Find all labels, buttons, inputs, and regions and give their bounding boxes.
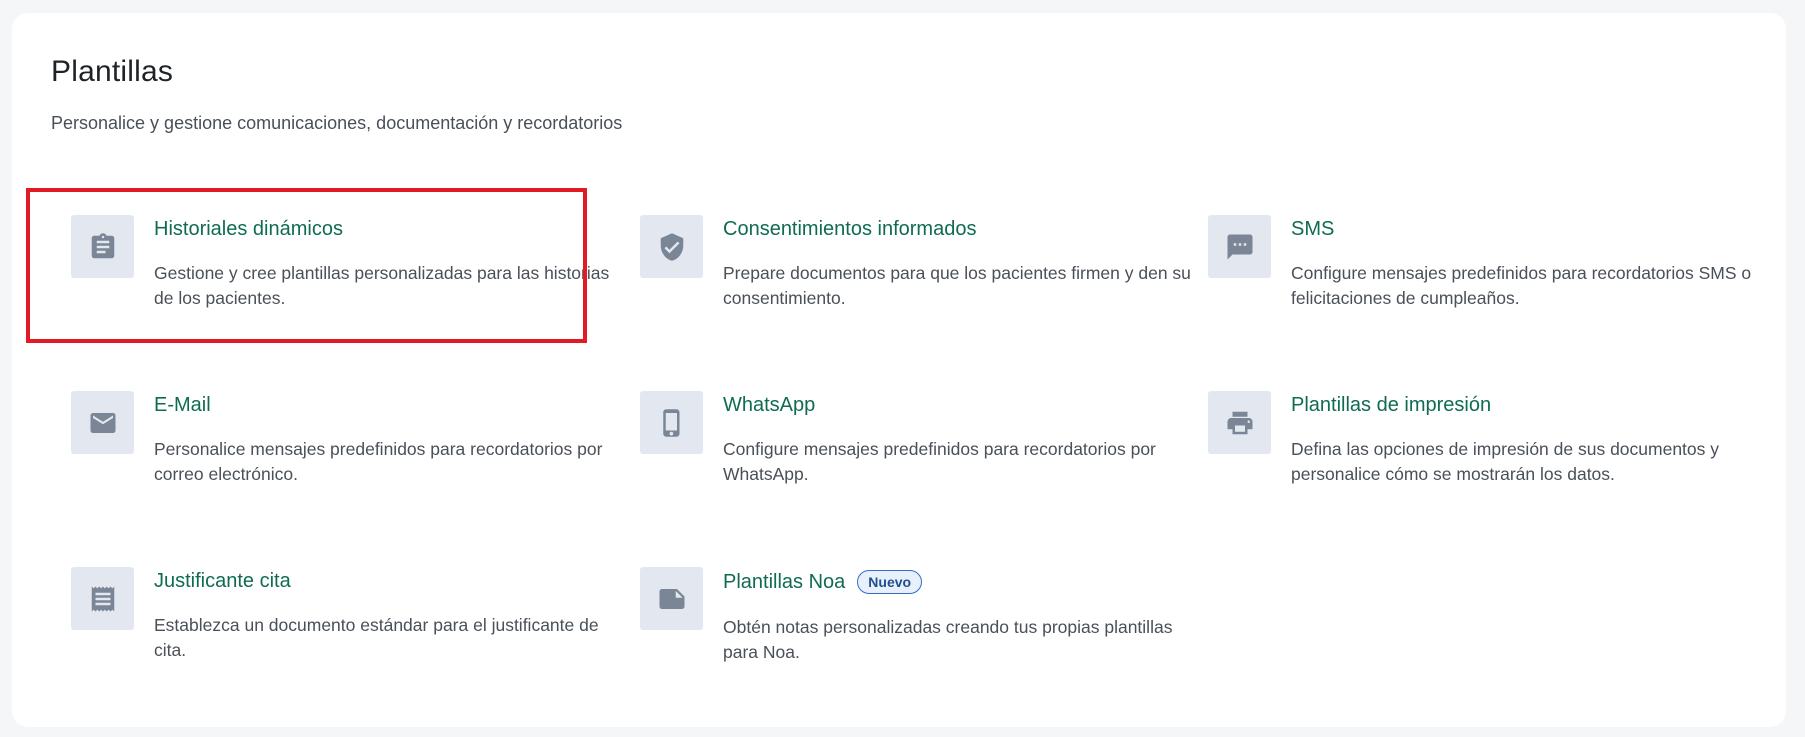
card-justificante-cita[interactable]: Justificante cita Establezca un document… [71,567,631,707]
card-description: Configure mensajes predefinidos para rec… [1291,263,1752,308]
card-description: Configure mensajes predefinidos para rec… [723,439,1156,484]
note-icon [640,567,703,630]
clipboard-icon [71,215,134,278]
card-title: Justificante cita [154,570,291,592]
card-historiales-dinamicos[interactable]: Historiales dinámicos Gestione y cree pl… [71,215,631,355]
card-plantillas-impresion[interactable]: Plantillas de impresión Defina las opcio… [1208,391,1768,531]
card-title: Plantillas Noa [723,570,846,593]
card-whatsapp[interactable]: WhatsApp Configure mensajes predefinidos… [640,391,1200,531]
card-title-with-badge: Plantillas Noa Nuevo [723,570,923,594]
card-title: Plantillas de impresión [1291,394,1492,416]
mail-icon [71,391,134,454]
card-title: Historiales dinámicos [154,218,343,240]
card-description: Establezca un documento estándar para el… [154,615,599,660]
templates-panel: Plantillas Personalice y gestione comuni… [12,13,1786,727]
card-description: Obtén notas personalizadas creando tus p… [723,617,1173,662]
card-sms[interactable]: SMS Configure mensajes predefinidos para… [1208,215,1768,355]
card-title: WhatsApp [723,394,816,416]
receipt-icon [71,567,134,630]
card-description: Defina las opciones de impresión de sus … [1291,439,1720,484]
card-description: Prepare documentos para que los paciente… [723,263,1191,308]
smartphone-icon [640,391,703,454]
shield-check-icon [640,215,703,278]
printer-icon [1208,391,1271,454]
card-email[interactable]: E-Mail Personalice mensajes predefinidos… [71,391,631,531]
card-description: Gestione y cree plantillas personalizada… [154,263,610,308]
card-title: Consentimientos informados [723,218,977,240]
sms-icon [1208,215,1271,278]
new-badge: Nuevo [857,570,923,594]
card-plantillas-noa[interactable]: Plantillas Noa Nuevo Obtén notas persona… [640,567,1200,707]
card-consentimientos-informados[interactable]: Consentimientos informados Prepare docum… [640,215,1200,355]
templates-grid: Historiales dinámicos Gestione y cree pl… [12,13,1786,727]
card-description: Personalice mensajes predefinidos para r… [154,439,603,484]
card-title: E-Mail [154,394,211,416]
card-title: SMS [1291,218,1335,240]
